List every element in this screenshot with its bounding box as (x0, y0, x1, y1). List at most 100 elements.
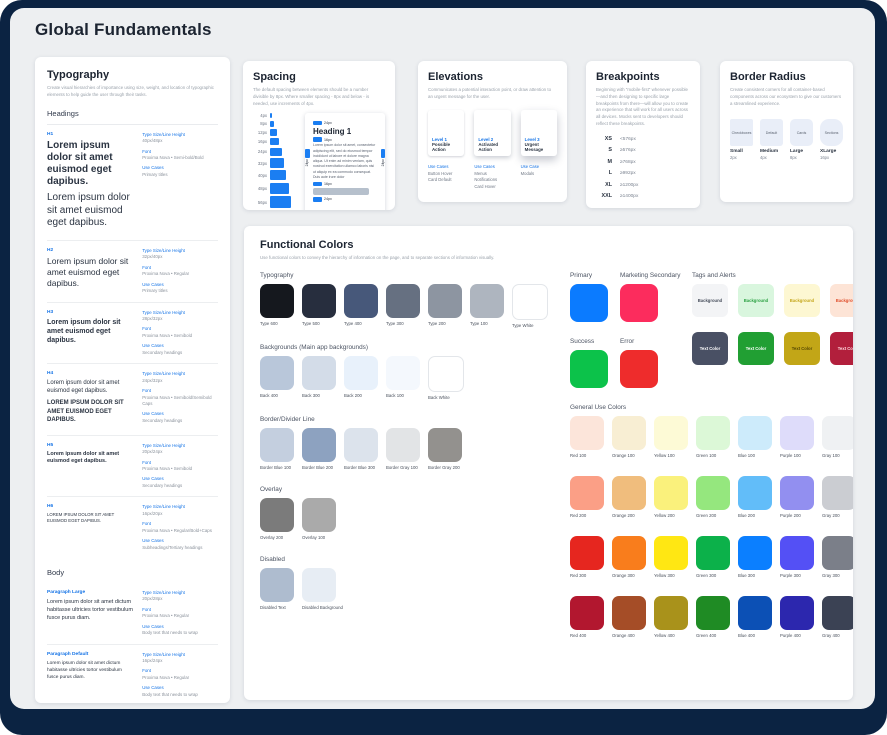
typography-entry-samples: Paragraph DefaultLorem ipsum dolor sit a… (47, 652, 134, 699)
breakpoint-value: ≥1400px (620, 194, 638, 199)
color-group: Backgrounds (Main app backgrounds) Back 4… (260, 344, 552, 400)
typography-entry-specs: Type Size/Line Height20px/24pxFontProxim… (142, 443, 218, 490)
elevation-level: Level 3Urgent MessageUse CaseModals (521, 110, 557, 191)
general-color-row: Red 300Orange 300Yellow 300Green 300Blue… (570, 536, 837, 578)
type-sample-text: Lorem ipsum dolor sit amet euismod eget … (47, 512, 134, 524)
spec-size-group: Type Size/Line Height40px/48px (142, 132, 218, 145)
color-swatch-cell: Orange 400 (612, 596, 646, 638)
spec-size-label: Type Size/Line Height (142, 248, 218, 253)
color-swatch (386, 428, 420, 462)
type-sample-text: Lorem ipsum dolor sit amet euismod eget … (47, 318, 134, 345)
color-swatch (620, 284, 658, 322)
spec-font-group: Font Proxima Nova • Regular (142, 668, 218, 681)
spacing-chip-label: 16px (324, 182, 332, 186)
color-swatch-name: Gray 200 (822, 513, 853, 518)
spacing-step-label: 12px (253, 130, 267, 135)
breakpoint-row: XL≥1200px (596, 182, 690, 188)
color-swatch-name: Blue 400 (738, 633, 772, 638)
color-swatch-name: Type 600 (260, 321, 294, 326)
spacing-step-label: 32px (253, 161, 267, 166)
tag-textcolor-swatch: Text Color (784, 332, 820, 365)
general-use-colors-block: General Use Colors Red 100Orange 100Yell… (570, 404, 837, 638)
typography-entry: H4Lorem ipsum dolor sit amet euismod ege… (47, 363, 218, 434)
spec-size-group: Type Size/Line Height16px/20px (142, 504, 218, 517)
breakpoint-rows: XS<576pxS≥576pxM≥768pxL≥992pxXL≥1200pxXX… (596, 136, 690, 200)
spacing-chip-label: 16px (324, 138, 332, 142)
color-swatch-cell: Orange 200 (612, 476, 646, 518)
spacing-chip-icon (313, 197, 322, 202)
color-swatch-cell: Orange 100 (612, 416, 646, 458)
color-swatch-cell: Disabled Text (260, 568, 294, 610)
tag-background-swatch: Background (692, 284, 728, 317)
spec-use-label: Use Cases (142, 476, 218, 481)
color-swatch (612, 596, 646, 630)
spacing-card-title: Spacing (253, 71, 385, 83)
spacing-chip-label: 24px (381, 159, 385, 166)
spec-use-value: Subheadings/Tertiary headings (142, 545, 218, 551)
color-swatch-name: Green 100 (696, 453, 730, 458)
typography-entry-samples: Paragraph LargeLorem ipsum dolor sit ame… (47, 590, 134, 637)
color-swatch-cell: Border Gray 200 (428, 428, 462, 470)
color-swatch-cell: Gray 300 (822, 536, 853, 578)
elevation-action-label: Urgent Message (525, 142, 553, 152)
color-swatch-cell: Type 300 (386, 284, 420, 328)
typography-card-title: Typography (47, 69, 218, 81)
spec-font-group: FontProxima Nova • Regular/Bold+Caps (142, 521, 218, 534)
brand-colors-column: PrimaryMarketing Secondary SuccessError (570, 272, 682, 388)
color-swatch (738, 476, 772, 510)
spec-size-label: Type Size/Line Height (142, 590, 218, 595)
radius-value: 8px (790, 155, 813, 160)
color-swatch (570, 416, 604, 450)
color-swatch-row: Back 400Back 300Back 200Back 100Back Whi… (260, 356, 552, 400)
tags-alerts-label: Tags and Alerts (692, 272, 853, 279)
color-swatch (428, 428, 462, 462)
type-sample-text: Lorem ipsum dolor sit amet euismod eget … (47, 192, 134, 229)
radius-item: DefaultMedium4px (760, 119, 783, 160)
spec-use-group: Use CasesSecondary headings (142, 343, 218, 356)
breakpoints-card-description: Beginning with "mobile-first" whenever p… (596, 87, 690, 128)
spec-use-label: Use Cases (142, 343, 218, 348)
spacing-step: 16px (253, 138, 297, 146)
color-swatch (822, 536, 853, 570)
color-swatch-name: Blue 200 (738, 513, 772, 518)
spec-size-group: Type Size/Line Height20px/24px (142, 443, 218, 456)
spacing-body: 4px8px12px16px24px32px40px48px56px64px 2… (253, 113, 385, 210)
spec-font-value: Proxima Nova • Regular (142, 675, 218, 681)
color-swatch (696, 596, 730, 630)
spec-size-group: Type Size/Line Height24px/32px (142, 371, 218, 384)
spacing-example-body: Lorem ipsum dolor sit amet, consectetur … (313, 143, 377, 180)
spacing-step-bar (270, 196, 291, 208)
spec-use-label: Use Cases (142, 538, 218, 543)
radius-swatch: Cards (790, 119, 813, 146)
color-swatch-name: Red 100 (570, 453, 604, 458)
spec-use-value: Primary titles (142, 288, 218, 294)
breakpoint-label: XL (596, 182, 612, 188)
spec-use-label: Use Cases (142, 165, 218, 170)
spec-font-group: FontProxima Nova • Semibold/Semibold Cap… (142, 388, 218, 407)
general-color-row: Red 400Orange 400Yellow 400Green 400Blue… (570, 596, 837, 638)
spec-font-label: Font (142, 265, 218, 270)
general-color-row: Red 100Orange 100Yellow 100Green 100Blue… (570, 416, 837, 458)
type-style-label: H1 (47, 132, 134, 137)
tag-background-swatch: Background (738, 284, 774, 317)
color-swatch-name: Green 400 (696, 633, 730, 638)
spec-font-label: Font (142, 668, 218, 673)
color-swatch-name: Purple 300 (780, 573, 814, 578)
spec-font-value: Proxima Nova • Semibold/Semibold Caps (142, 395, 218, 408)
elevation-action-label: Activated Action (478, 142, 506, 152)
color-single: Marketing Secondary (620, 272, 680, 322)
color-swatch-cell: Type 200 (428, 284, 462, 328)
color-swatch (260, 284, 294, 318)
type-style-label: Paragraph Default (47, 652, 134, 657)
spec-size-value: 40px/48px (142, 138, 218, 144)
tag-textcolor-swatch: Text Color (738, 332, 774, 365)
color-swatch-cell: Back 300 (302, 356, 336, 400)
color-swatch-cell: Yellow 200 (654, 476, 688, 518)
color-swatch-cell: Blue 400 (738, 596, 772, 638)
color-swatch-cell: Border Gray 100 (386, 428, 420, 470)
spec-size-value: 24px/32px (142, 378, 218, 384)
type-sample-text: Lorem ipsum dolor sit amet euismod eget … (47, 256, 134, 289)
color-swatch (612, 536, 646, 570)
color-group-label: Backgrounds (Main app backgrounds) (260, 344, 552, 351)
color-swatch-name: Type 100 (470, 321, 504, 326)
